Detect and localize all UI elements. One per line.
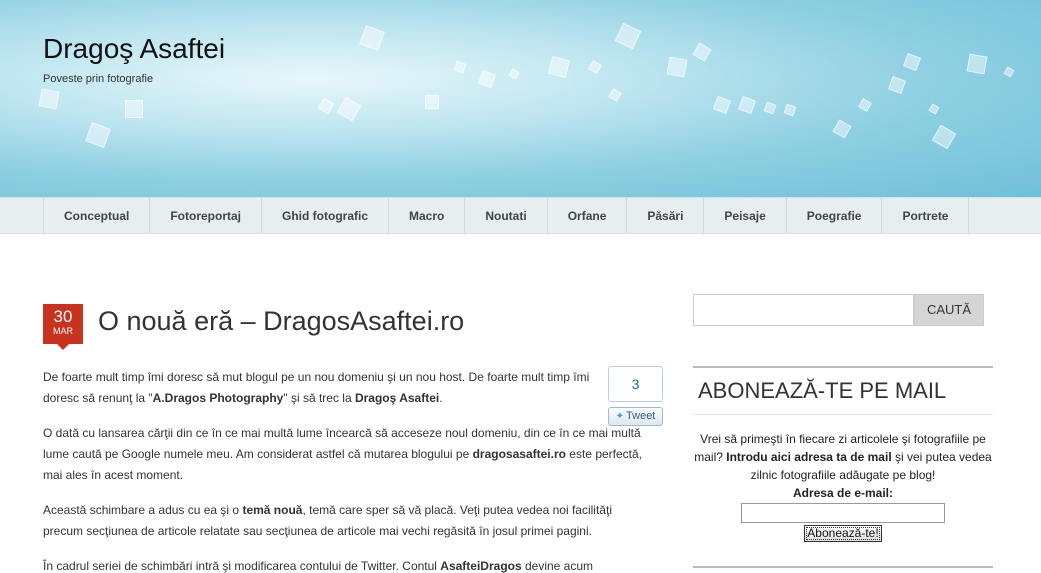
nav-item-macro[interactable]: Macro bbox=[389, 198, 466, 234]
text-bold: Introdu aici adresa ta de mail bbox=[726, 450, 892, 464]
subscribe-widget-title: ABONEAZĂ-TE PE MAIL bbox=[698, 378, 947, 403]
nav-item-poegrafie[interactable]: Poegrafie bbox=[787, 198, 883, 234]
site-header: Dragoş Asaftei Poveste prin fotografie bbox=[0, 0, 1041, 197]
text-span: Această schimbare a adus cu ea şi o bbox=[43, 503, 243, 517]
widget-divider bbox=[693, 366, 993, 368]
text-bold: temă nouă bbox=[242, 503, 303, 517]
text-span: " şi să trec la bbox=[283, 391, 355, 405]
post-paragraph: De foarte mult timp îmi doresc să mut bl… bbox=[43, 367, 591, 409]
nav-item-pasari[interactable]: Păsări bbox=[627, 198, 705, 234]
search-button[interactable]: CAUTĂ bbox=[914, 294, 984, 326]
post-content: De foarte mult timp îmi doresc să mut bl… bbox=[43, 367, 642, 573]
nav-item-orfane[interactable]: Orfane bbox=[548, 198, 628, 234]
text-span: . bbox=[439, 391, 443, 405]
text-span: devine acum bbox=[521, 559, 594, 573]
email-label: Adresa de e-mail: bbox=[792, 486, 894, 500]
subscribe-button[interactable]: Abonează-te! bbox=[804, 525, 882, 542]
nav-item-noutati[interactable]: Noutati bbox=[465, 198, 548, 234]
site-tagline: Poveste prin fotografie bbox=[43, 73, 154, 85]
nav-item-ghid-fotografic[interactable]: Ghid fotografic bbox=[262, 198, 390, 234]
post-title[interactable]: O nouă eră – DragosAsaftei.ro bbox=[98, 306, 464, 337]
post-date-badge: 30 MAR bbox=[43, 304, 83, 350]
post-paragraph: Această schimbare a adus cu ea şi o temă… bbox=[43, 500, 643, 542]
subscribe-description: Vrei să primeşti în fiecare zi articolel… bbox=[693, 430, 993, 484]
search-input[interactable] bbox=[693, 294, 914, 326]
site-title[interactable]: Dragoş Asaftei bbox=[43, 33, 225, 65]
main-nav: Conceptual Fotoreportaj Ghid fotografic … bbox=[0, 197, 1041, 234]
tweet-label: Tweet bbox=[626, 410, 656, 422]
post-paragraph: O dată cu lansarea cărţii din ce în ce m… bbox=[43, 423, 643, 486]
text-bold: Dragoş Asaftei bbox=[354, 391, 440, 405]
text-bold: dragosasaftei.ro bbox=[472, 447, 566, 461]
widget-divider bbox=[693, 566, 993, 568]
post-date-day: 30 bbox=[53, 307, 73, 326]
email-field[interactable] bbox=[741, 503, 945, 523]
twitter-bird-icon: ✦ bbox=[615, 411, 625, 422]
text-span: În cadrul seriei de schimbări intră şi m… bbox=[43, 559, 441, 573]
tweet-widget: 3 ✦ Tweet bbox=[608, 366, 663, 426]
post-paragraph: În cadrul seriei de schimbări intră şi m… bbox=[43, 556, 643, 573]
text-bold: AsafteiDragos bbox=[440, 559, 522, 573]
nav-item-conceptual[interactable]: Conceptual bbox=[44, 198, 151, 234]
text-bold: A.Dragos Photography bbox=[152, 391, 284, 405]
tweet-count[interactable]: 3 bbox=[608, 366, 663, 402]
nav-item-fotoreportaj[interactable]: Fotoreportaj bbox=[150, 198, 263, 234]
widget-divider bbox=[693, 414, 993, 415]
post-date-month: MAR bbox=[53, 326, 73, 336]
nav-item-portrete[interactable]: Portrete bbox=[882, 198, 970, 234]
nav-item-peisaje[interactable]: Peisaje bbox=[704, 198, 787, 234]
